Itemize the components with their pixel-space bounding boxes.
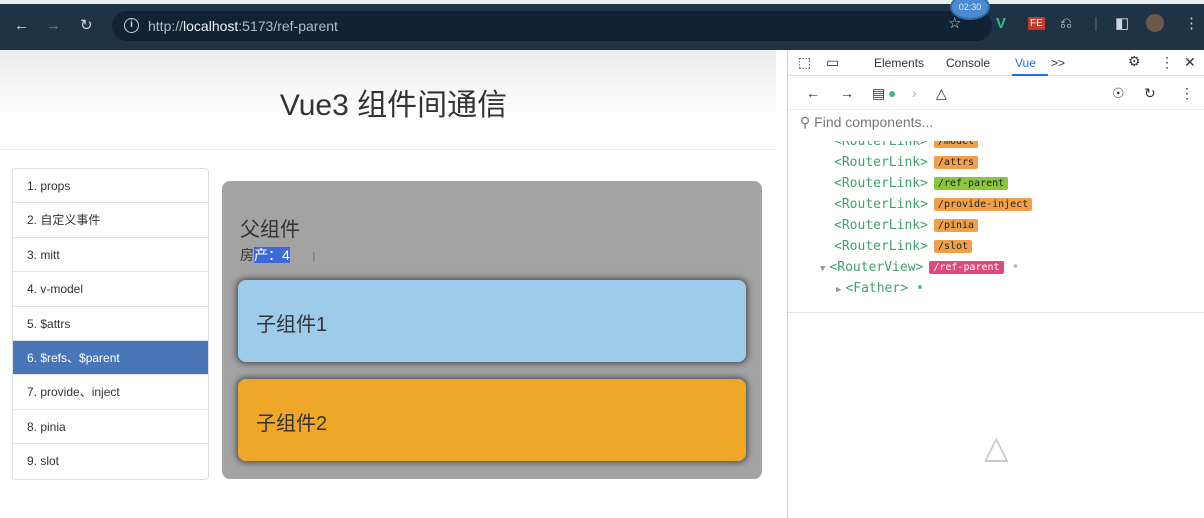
nav-item-provide-inject[interactable]: 7. provide、inject — [13, 375, 208, 410]
nav-item-pinia[interactable]: 8. pinia — [13, 409, 208, 445]
back-icon[interactable]: ← — [14, 17, 29, 35]
tree-node[interactable]: <RouterLink>/slot — [834, 239, 973, 257]
father-title: 父组件 — [240, 219, 300, 241]
tree-node[interactable]: <RouterLink>/provide-inject — [834, 197, 1033, 215]
search-placeholder: Find components... — [814, 114, 934, 130]
route-badge: /pinia — [933, 219, 979, 232]
expanded-caret-icon[interactable]: ▼ — [820, 264, 825, 274]
nav-item-v-model[interactable]: 4. v-model — [13, 272, 208, 307]
tree-node[interactable]: <RouterLink>/attrs — [834, 155, 979, 173]
browser-toolbar: ← → ↻ i http://localhost:5173/ref-parent… — [0, 0, 1204, 50]
tree-node[interactable]: <RouterLink>/pinia — [834, 218, 979, 236]
component-search[interactable]: ⚲ Find components... — [800, 114, 933, 131]
text-cursor-icon: I — [312, 249, 316, 264]
nav-item-props[interactable]: 1. props — [13, 169, 208, 204]
refresh-icon[interactable]: ↻ — [1144, 85, 1156, 102]
side-panel-icon[interactable]: ◧ — [1115, 14, 1129, 34]
dot-icon: • — [1011, 260, 1020, 275]
address-bar[interactable]: i http://localhost:5173/ref-parent — [112, 11, 992, 41]
browser-menu-icon[interactable]: ⋮ — [1184, 14, 1199, 34]
component-tree-icon[interactable]: △ — [936, 85, 947, 102]
site-info-icon[interactable]: i — [124, 18, 139, 33]
route-badge: /ref-parent — [929, 261, 1004, 274]
bookmark-star-icon[interactable]: ☆ — [948, 14, 961, 34]
nav-item-slot[interactable]: 9. slot — [13, 444, 208, 479]
nav-item-custom-event[interactable]: 2. 自定义事件 — [13, 203, 208, 238]
web-page: Vue3 组件间通信 1. props 2. 自定义事件 3. mitt 4. … — [0, 50, 787, 518]
house-selected-text: 产：4 — [254, 247, 290, 263]
nav-item-refs-parent[interactable]: 6. $refs、$parent — [13, 340, 208, 376]
nav-list: 1. props 2. 自定义事件 3. mitt 4. v-model 5. … — [12, 168, 209, 480]
tree-node[interactable]: <RouterLink>/model — [834, 141, 979, 152]
collapsed-caret-icon[interactable]: ▶ — [836, 285, 841, 295]
tree-node[interactable]: ▼ <RouterView>/ref-parent • — [820, 260, 1019, 278]
chevron-right-icon: › — [912, 85, 917, 101]
route-badge: /slot — [933, 240, 973, 253]
route-badge: /model — [933, 141, 979, 148]
devtools-panel: ⬚ ▭ Elements Console Vue >> ⚙ ⋮ ✕ ← → ▤ … — [787, 50, 1204, 518]
forward-icon[interactable]: → — [46, 17, 61, 35]
page-title: Vue3 组件间通信 — [279, 89, 508, 122]
active-tab-underline — [1012, 74, 1048, 76]
extensions-puzzle-icon[interactable]: ⎌ — [1060, 14, 1072, 34]
tab-strip-edge — [0, 0, 1204, 4]
component-tree-placeholder-icon: △ — [984, 429, 1009, 465]
nav-item-mitt[interactable]: 3. mitt — [13, 237, 208, 273]
more-tabs-button[interactable]: >> — [1051, 56, 1065, 70]
dot-icon: • — [916, 281, 924, 296]
search-icon: ⚲ — [800, 114, 811, 130]
child-component-1: 子组件1 — [238, 280, 746, 362]
vue-status-icon: ● — [888, 85, 897, 101]
url-text: http://localhost:5173/ref-parent — [148, 18, 338, 34]
devtools-menu-icon[interactable]: ⋮ — [1160, 54, 1174, 71]
fe-extension-icon[interactable]: FE — [1028, 17, 1045, 30]
devtools-tabbar: ⬚ ▭ Elements Console Vue >> ⚙ ⋮ ✕ — [788, 50, 1204, 76]
vue-back-icon[interactable]: ← — [806, 85, 820, 101]
toolbar-divider: | — [1094, 15, 1098, 32]
house-count: 房产：4 — [240, 245, 290, 265]
house-label-prefix: 房 — [240, 247, 254, 263]
route-badge: /attrs — [933, 156, 979, 169]
tab-vue[interactable]: Vue — [1015, 56, 1036, 70]
components-view-icon[interactable]: ▤ — [872, 85, 885, 102]
tree-node[interactable]: ▶ <Father> • — [836, 281, 924, 299]
route-badge: /provide-inject — [933, 198, 1033, 211]
reload-icon[interactable]: ↻ — [80, 17, 93, 35]
vue-devtools-toolbar: ← → ▤ ● › △ ☉ ↻ ⋮ — [788, 78, 1204, 110]
vue-more-icon[interactable]: ⋮ — [1180, 85, 1194, 102]
device-toolbar-icon[interactable]: ▭ — [826, 54, 839, 71]
route-badge: /ref-parent — [933, 177, 1009, 190]
child-component-2: 子组件2 — [238, 379, 746, 461]
inspect-element-icon[interactable]: ⬚ — [798, 54, 811, 71]
father-component: 父组件 房产：4 I 子组件1 子组件2 — [222, 181, 762, 479]
tree-node[interactable]: <RouterLink>/ref-parent — [834, 176, 1009, 194]
settings-gear-icon[interactable]: ⚙ — [1128, 53, 1141, 70]
profile-avatar[interactable] — [1146, 14, 1164, 32]
select-component-target-icon[interactable]: ☉ — [1112, 85, 1125, 102]
close-devtools-icon[interactable]: ✕ — [1184, 54, 1196, 71]
vue-forward-icon[interactable]: → — [840, 85, 854, 101]
panel-divider — [788, 312, 1204, 313]
tab-console[interactable]: Console — [946, 56, 990, 70]
nav-item-attrs[interactable]: 5. $attrs — [13, 306, 208, 341]
tab-elements[interactable]: Elements — [874, 56, 924, 70]
vue-devtools-extension-icon[interactable]: V — [996, 14, 1006, 34]
